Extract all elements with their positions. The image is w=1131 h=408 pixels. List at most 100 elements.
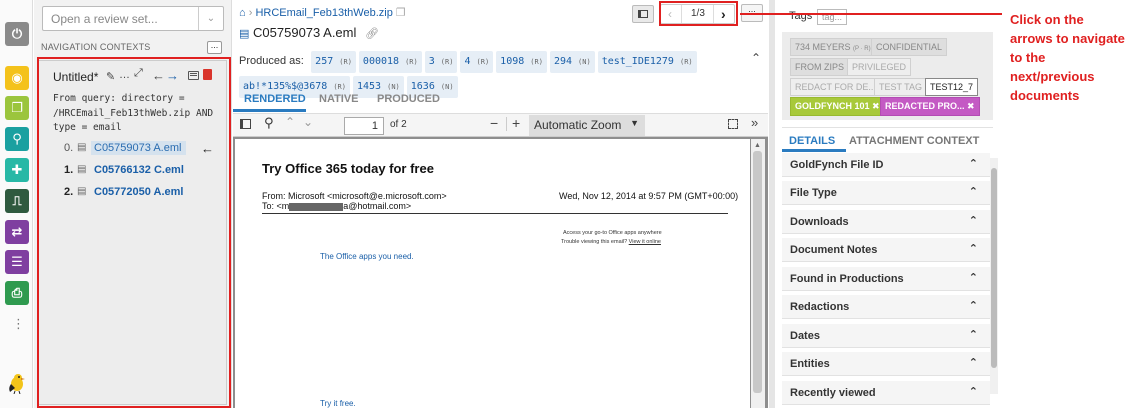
tag-chip[interactable]: FROM ZIPS	[790, 58, 849, 76]
puzzle-icon[interactable]: ✚	[5, 158, 29, 182]
tag-chip[interactable]: TEST12_7	[925, 78, 979, 96]
zoom-in-icon[interactable]: +	[512, 115, 520, 131]
section-entities[interactable]: Entities ⌃	[782, 352, 990, 376]
active-tab-underline	[233, 109, 306, 112]
remove-tag-icon[interactable]: ✖	[872, 101, 880, 111]
annotation-arrow-line	[740, 13, 1002, 15]
production-chip[interactable]: 3 (R)	[424, 51, 458, 73]
chevron-up-icon: ⌃	[968, 186, 978, 198]
list-icon[interactable]: ☰	[5, 250, 29, 274]
view-online-link[interactable]: View it online	[629, 239, 661, 245]
pdf-scrollbar[interactable]: ▲	[751, 139, 765, 408]
section-dates[interactable]: Dates ⌃	[782, 324, 990, 348]
copy-path-icon[interactable]: ❐	[396, 7, 406, 19]
power-icon[interactable]: ⏻	[5, 22, 29, 46]
tag-chip[interactable]: PRIVILEGED	[847, 58, 912, 76]
tags-label: Tags	[789, 10, 813, 22]
section-document-notes[interactable]: Document Notes ⌃	[782, 238, 990, 262]
production-chip[interactable]: 4 (R)	[460, 51, 494, 73]
annotation-text: Click on the arrows to navigate to the n…	[1010, 12, 1125, 103]
tab-attachment-context[interactable]: ATTACHMENT CONTEXT	[849, 135, 979, 147]
chevron-up-icon: ⌃	[968, 158, 978, 170]
print-icon[interactable]: ⎙	[5, 281, 29, 305]
review-set-select[interactable]: Open a review set... ⌄	[42, 6, 224, 31]
production-chip[interactable]: 257 (R)	[311, 51, 356, 73]
section-goldfynch-file-id[interactable]: GoldFynch File ID ⌃	[782, 153, 990, 177]
produced-as-row: Produced as: 257 (R) 000018 (R) 3 (R) 4 (R)…	[239, 51, 749, 101]
production-chip[interactable]: 000018 (R)	[358, 51, 422, 73]
review-set-placeholder: Open a review set...	[51, 12, 158, 26]
chevron-up-icon[interactable]: ⌃	[751, 51, 761, 65]
tab-details[interactable]: DETAILS	[789, 135, 835, 147]
tab-produced[interactable]: PRODUCED	[377, 93, 440, 105]
email-trouble-text: Trouble viewing this email? View it onli…	[561, 239, 661, 245]
contexts-menu-button[interactable]: ...	[207, 41, 222, 54]
copy-icon[interactable]: ❐	[5, 96, 29, 120]
tag-input[interactable]: tag...	[817, 9, 847, 25]
chevron-up-icon: ⌃	[968, 300, 978, 312]
eye-icon[interactable]: ◉	[5, 66, 29, 90]
section-file-type[interactable]: File Type ⌃	[782, 181, 990, 205]
tag-chip[interactable]: GOLDFYNCH 101 ✖	[790, 97, 885, 116]
chevron-down-icon[interactable]: ⌄	[303, 115, 313, 129]
chevron-up-icon[interactable]: ⌃	[285, 115, 295, 129]
email-from: From: Microsoft <microsoft@e.microsoft.c…	[262, 191, 447, 201]
document-title: C05759073 A.eml	[253, 25, 357, 40]
zoom-select[interactable]: Automatic Zoom ▼	[529, 115, 645, 136]
tag-chip[interactable]: REDACT FOR DE...	[790, 78, 881, 96]
remove-tag-icon[interactable]: ✖	[967, 101, 975, 111]
search-icon[interactable]: ⚲	[5, 127, 29, 151]
breadcrumb-folder[interactable]: HRCEmail_Feb13thWeb.zip	[255, 7, 392, 19]
email-access-text: Access your go-to Office apps anywhere	[563, 230, 662, 236]
highlight-box-pager	[659, 1, 738, 26]
zoom-value: Automatic Zoom	[534, 118, 622, 132]
breadcrumb[interactable]: ⌂ › HRCEmail_Feb13thWeb.zip ❐	[239, 6, 406, 19]
transfer-icon[interactable]: ⇄	[5, 220, 29, 244]
chevron-up-icon: ⌃	[968, 386, 978, 398]
chevron-down-icon[interactable]: ⌄	[198, 7, 223, 30]
details-scrollbar[interactable]	[990, 158, 998, 394]
link-icon[interactable]: 🔗︎	[365, 28, 379, 40]
tab-rendered[interactable]: RENDERED	[244, 93, 306, 105]
document-icon: ▤	[239, 28, 250, 40]
section-redactions[interactable]: Redactions ⌃	[782, 295, 990, 319]
icon-rail: ⏻ ◉ ❐ ⚲ ✚ ⎍ ⇄ ☰ ⎙ ⋮	[0, 0, 33, 408]
email-apps-text: The Office apps you need.	[320, 252, 414, 261]
production-chip[interactable]: 294 (N)	[549, 51, 595, 73]
bookmark-icon[interactable]: ⎍	[5, 189, 29, 213]
more-icon[interactable]: ⋮	[12, 316, 25, 332]
section-found-in-productions[interactable]: Found in Productions ⌃	[782, 267, 990, 291]
layout-toggle-button[interactable]	[632, 5, 654, 23]
produced-label: Produced as:	[239, 55, 304, 67]
redaction-block	[289, 202, 344, 211]
tab-native[interactable]: NATIVE	[319, 93, 359, 105]
production-chip[interactable]: 1098 (R)	[496, 51, 547, 73]
home-icon[interactable]: ⌂	[239, 7, 246, 19]
email-date: Wed, Nov 12, 2014 at 9:57 PM (GMT+00:00)	[559, 191, 739, 201]
page-count: of 2	[390, 119, 407, 130]
tag-chip[interactable]: CONFIDENTIAL	[871, 38, 948, 56]
tag-chip[interactable]: TEST TAG	[874, 78, 928, 96]
chevron-up-icon: ⌃	[968, 215, 978, 227]
chevron-up-icon: ⌃	[968, 243, 978, 255]
double-chevron-right-icon[interactable]: »	[751, 115, 758, 130]
pdf-page: Try Office 365 today for free From: Micr…	[235, 139, 750, 408]
highlight-box-context	[37, 57, 231, 408]
sidebar-toggle-icon[interactable]	[240, 119, 251, 129]
chevron-up-icon: ⌃	[968, 329, 978, 341]
zoom-out-icon[interactable]: −	[490, 115, 498, 131]
presentation-mode-icon[interactable]	[728, 119, 738, 129]
production-chip[interactable]: test_IDE1279 (R)	[597, 51, 697, 73]
section-downloads[interactable]: Downloads ⌃	[782, 210, 990, 234]
find-icon[interactable]: ⚲	[264, 115, 274, 131]
email-heading: Try Office 365 today for free	[262, 161, 434, 176]
chevron-up-icon: ⌃	[968, 357, 978, 369]
goldfynch-logo	[7, 372, 27, 395]
try-it-free-link[interactable]: Try it free.	[320, 399, 356, 408]
chevron-down-icon: ▼	[630, 118, 639, 128]
tag-chip[interactable]: 734 MEYERS (P · R)	[790, 38, 876, 56]
email-to: To: <m a@hotmail.com>	[262, 201, 412, 211]
page-number-input[interactable]: 1	[344, 117, 384, 135]
tag-chip[interactable]: REDACTED PRO... ✖	[880, 97, 980, 116]
section-recently-viewed[interactable]: Recently viewed ⌃	[782, 381, 990, 405]
